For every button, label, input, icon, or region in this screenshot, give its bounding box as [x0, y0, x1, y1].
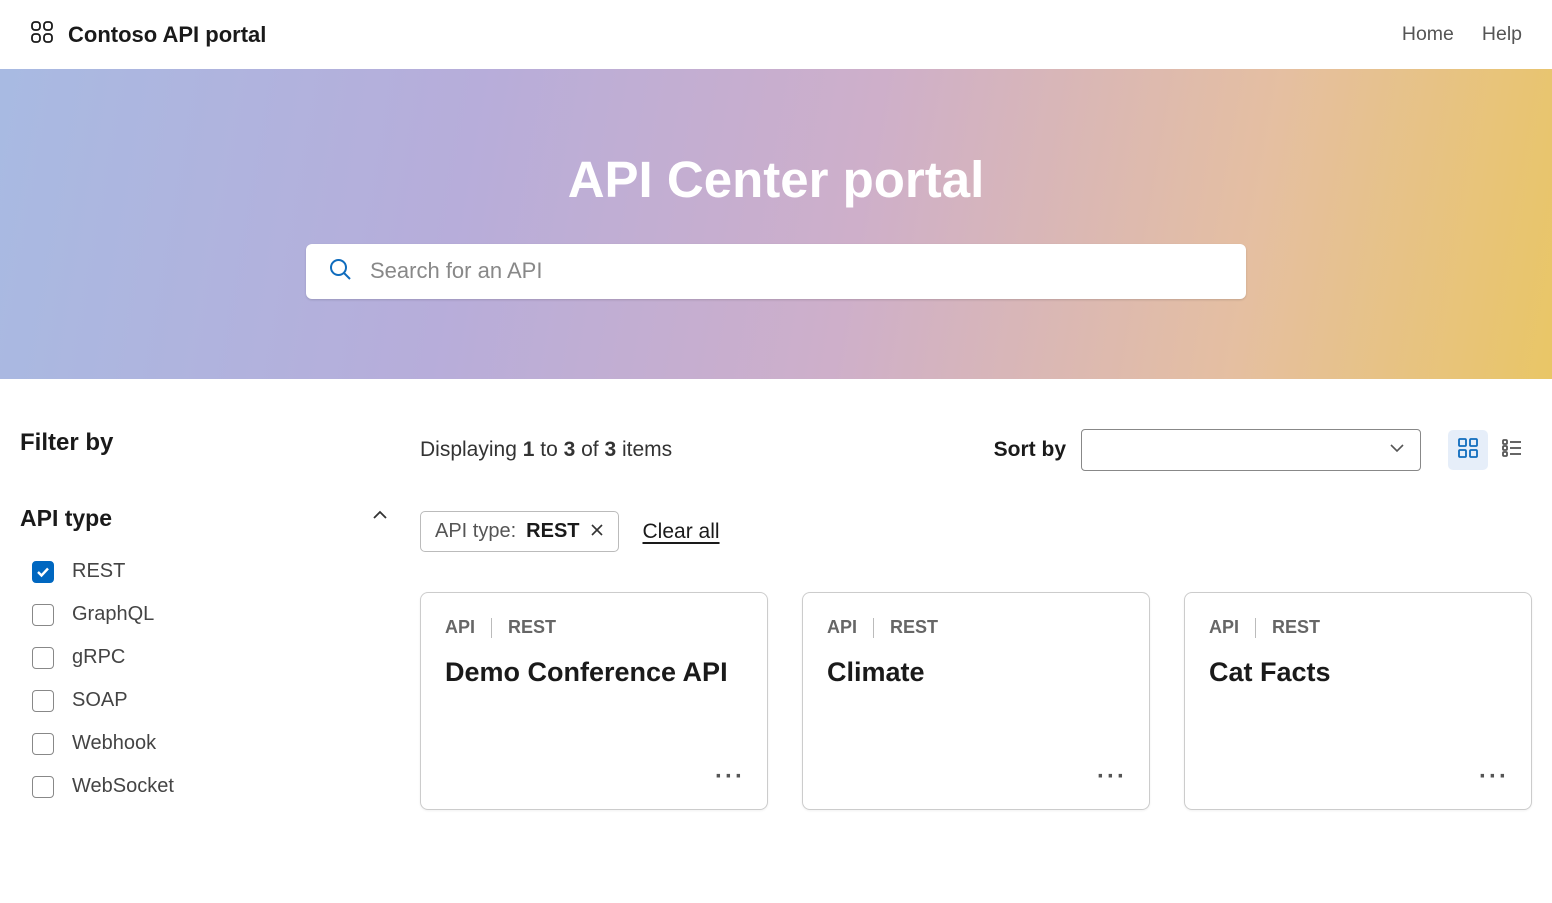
results-suffix: items: [616, 438, 672, 461]
results-bar: Displaying 1 to 3 of 3 items Sort by: [420, 429, 1532, 471]
brand-title: Contoso API portal: [68, 22, 266, 48]
checkbox-icon: [32, 776, 54, 798]
api-card[interactable]: API REST Climate ···: [802, 592, 1150, 810]
api-card[interactable]: API REST Cat Facts ···: [1184, 592, 1532, 810]
filter-label: gRPC: [72, 646, 125, 669]
grid-view-button[interactable]: [1448, 430, 1488, 470]
chip-value: REST: [526, 520, 579, 543]
filter-option-rest[interactable]: REST: [32, 560, 390, 583]
divider: [1255, 618, 1256, 638]
filter-group-title: API type: [20, 505, 112, 532]
card-more-button[interactable]: ···: [1097, 763, 1127, 791]
filter-option-webhook[interactable]: Webhook: [32, 732, 390, 755]
filter-sidebar: Filter by API type REST GraphQL: [20, 429, 390, 810]
checkbox-checked-icon: [32, 561, 54, 583]
sort-group: Sort by: [994, 429, 1532, 471]
close-icon[interactable]: [590, 520, 604, 543]
hero-title: API Center portal: [568, 150, 985, 209]
card-tag-type: REST: [890, 617, 938, 638]
results-prefix: Displaying: [420, 438, 523, 461]
checkbox-icon: [32, 690, 54, 712]
card-tags: API REST: [1209, 617, 1507, 638]
brand: Contoso API portal: [30, 20, 266, 49]
filter-option-websocket[interactable]: WebSocket: [32, 775, 390, 798]
nav-link-home[interactable]: Home: [1402, 23, 1454, 46]
divider: [491, 618, 492, 638]
filter-option-graphql[interactable]: GraphQL: [32, 603, 390, 626]
chip-key: API type:: [435, 520, 516, 543]
filter-option-grpc[interactable]: gRPC: [32, 646, 390, 669]
card-tag-type: REST: [508, 617, 556, 638]
results-total: 3: [604, 438, 616, 461]
checkbox-icon: [32, 733, 54, 755]
card-title: Demo Conference API: [445, 656, 743, 690]
search-box[interactable]: [306, 244, 1246, 299]
results-count: Displaying 1 to 3 of 3 items: [420, 438, 672, 462]
filter-chip[interactable]: API type: REST: [420, 511, 619, 552]
api-cards-grid: API REST Demo Conference API ··· API RES…: [420, 592, 1532, 810]
api-card[interactable]: API REST Demo Conference API ···: [420, 592, 768, 810]
search-input[interactable]: [370, 258, 1224, 284]
clear-all-link[interactable]: Clear all: [643, 520, 720, 544]
results-mid2: of: [575, 438, 604, 461]
hero-banner: API Center portal: [0, 69, 1552, 379]
checkbox-icon: [32, 647, 54, 669]
card-tags: API REST: [827, 617, 1125, 638]
results-to: 3: [564, 438, 576, 461]
results-from: 1: [523, 438, 535, 461]
card-more-button[interactable]: ···: [715, 763, 745, 791]
view-toggles: [1448, 430, 1532, 470]
card-tags: API REST: [445, 617, 743, 638]
chevron-up-icon: [370, 506, 390, 531]
card-title: Climate: [827, 656, 1125, 690]
nav-links: Home Help: [1402, 23, 1522, 46]
sort-select[interactable]: [1081, 429, 1421, 471]
card-tag-api: API: [1209, 617, 1239, 638]
filter-chips-row: API type: REST Clear all: [420, 511, 1532, 552]
grid-icon: [1457, 437, 1479, 464]
list-icon: [1501, 437, 1523, 464]
filter-group-toggle[interactable]: API type: [20, 505, 390, 532]
card-tag-api: API: [445, 617, 475, 638]
card-tag-api: API: [827, 617, 857, 638]
divider: [873, 618, 874, 638]
card-more-button[interactable]: ···: [1479, 763, 1509, 791]
filter-options: REST GraphQL gRPC SOAP Webhook WebSocket: [20, 560, 390, 798]
search-icon: [328, 257, 352, 286]
card-tag-type: REST: [1272, 617, 1320, 638]
card-title: Cat Facts: [1209, 656, 1507, 690]
filter-label: REST: [72, 560, 125, 583]
content-area: Filter by API type REST GraphQL: [0, 379, 1552, 810]
filter-label: WebSocket: [72, 775, 174, 798]
filter-label: Webhook: [72, 732, 156, 755]
filter-label: GraphQL: [72, 603, 154, 626]
chevron-down-icon: [1388, 439, 1406, 462]
filter-heading: Filter by: [20, 429, 390, 457]
filter-option-soap[interactable]: SOAP: [32, 689, 390, 712]
nav-link-help[interactable]: Help: [1482, 23, 1522, 46]
logo-icon: [30, 20, 54, 49]
main-column: Displaying 1 to 3 of 3 items Sort by: [420, 429, 1532, 810]
filter-label: SOAP: [72, 689, 128, 712]
checkbox-icon: [32, 604, 54, 626]
sort-label: Sort by: [994, 438, 1066, 462]
results-mid1: to: [534, 438, 563, 461]
list-view-button[interactable]: [1492, 430, 1532, 470]
top-nav: Contoso API portal Home Help: [0, 0, 1552, 69]
